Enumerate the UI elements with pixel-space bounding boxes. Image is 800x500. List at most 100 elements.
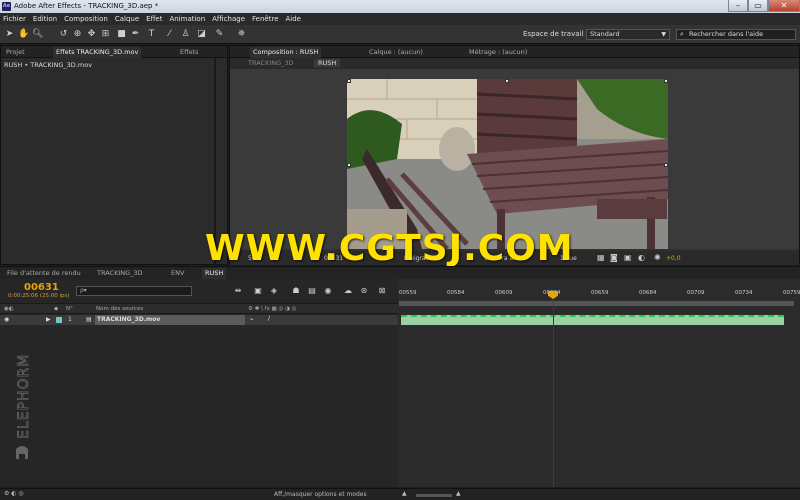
eraser-tool-icon[interactable]: ◪ bbox=[196, 29, 207, 40]
eye-icon[interactable]: ◉ bbox=[4, 316, 9, 323]
composition-viewer[interactable] bbox=[230, 69, 799, 249]
tab-projet[interactable]: Projet bbox=[3, 47, 28, 58]
tab-calque[interactable]: Calque : (aucun) bbox=[366, 47, 426, 58]
svg-text:ELEPHORM: ELEPHORM bbox=[16, 354, 32, 439]
clone-stamp-tool-icon[interactable]: ♙ bbox=[180, 29, 191, 40]
menu-calque[interactable]: Calque bbox=[115, 15, 139, 23]
tab-timeline-rush[interactable]: RUSH bbox=[202, 268, 227, 279]
layer-handle[interactable] bbox=[664, 79, 668, 83]
tab-timeline-env[interactable]: ENV bbox=[168, 268, 187, 279]
ruler-tick-label: 00684 bbox=[639, 290, 657, 296]
effects-subtitle: RUSH • TRACKING_3D.mov bbox=[4, 61, 93, 69]
ruler-tick-label: 00559 bbox=[399, 290, 417, 296]
menu-edition[interactable]: Edition bbox=[33, 15, 57, 23]
layer-handle[interactable] bbox=[347, 79, 351, 83]
zoom-in-icon[interactable]: ▲ bbox=[456, 490, 461, 497]
layer-handle[interactable] bbox=[347, 163, 351, 167]
ruler-tick-label: 00759 bbox=[783, 290, 800, 296]
layer-label-color[interactable] bbox=[56, 317, 62, 323]
grid-icon[interactable]: ▦ bbox=[597, 253, 605, 262]
title-bar: Ae Adobe After Effects - TRACKING_3D.aep… bbox=[0, 0, 800, 13]
layer-handle[interactable] bbox=[664, 163, 668, 167]
exposure-icon[interactable]: ✺ bbox=[654, 253, 661, 262]
anchor-tool-icon[interactable]: ⊞ bbox=[100, 29, 111, 40]
ruler-tick-label: 00659 bbox=[591, 290, 609, 296]
channel-icon[interactable]: ◐ bbox=[638, 253, 645, 262]
menu-fenetre[interactable]: Fenêtre bbox=[252, 15, 278, 23]
menu-aide[interactable]: Aide bbox=[286, 15, 301, 23]
zoom-out-icon[interactable]: ▲ bbox=[402, 490, 407, 497]
layer-outline: 00631 0:00:25:06 (25.00 ips) ρ▾ ⇹ ▣ ◈ ☗ … bbox=[0, 279, 398, 487]
quality-switch-icon[interactable]: / bbox=[268, 315, 270, 322]
tab-metrage[interactable]: Métrage : (aucun) bbox=[466, 47, 530, 58]
text-tool-icon[interactable]: T bbox=[146, 29, 157, 40]
comp-mini-flowchart-icon[interactable]: ⇹ bbox=[232, 285, 244, 297]
graph-editor-icon[interactable]: ⊠ bbox=[376, 285, 388, 297]
tools-toolbar: ➤ ✋ 🔍︎ ↺ ⊕ ✥ ⊞ ■ ✒ T ⁄ ♙ ◪ ✎ ✵ Espace de… bbox=[0, 25, 800, 44]
close-button[interactable]: ✕ bbox=[768, 0, 800, 12]
rectangle-tool-icon[interactable]: ■ bbox=[116, 29, 127, 40]
auto-keyframe-icon[interactable]: ⊛ bbox=[358, 285, 370, 297]
table-row[interactable]: ◉ ▶ 1 ▤ TRACKING_3D.mov ⌁ / bbox=[0, 315, 398, 325]
shy-switch-icon[interactable]: ⌁ bbox=[250, 316, 254, 323]
timecode-display[interactable]: 00631 bbox=[24, 282, 59, 293]
time-ruler[interactable]: 0055900584006090063400659006840070900734… bbox=[399, 287, 800, 301]
exposure-value[interactable]: +0,0 bbox=[666, 255, 681, 262]
zoom-tool-icon[interactable]: 🔍︎ bbox=[32, 29, 43, 40]
tab-render-queue[interactable]: File d'attente de rendu bbox=[4, 268, 84, 279]
pen-tool-icon[interactable]: ✒ bbox=[130, 29, 141, 40]
timecode-subtitle: 0:00:25:06 (25.00 ips) bbox=[8, 293, 70, 299]
layer-duration-bar[interactable] bbox=[401, 315, 784, 325]
ruler-tick-label: 00709 bbox=[687, 290, 705, 296]
help-search-input[interactable]: ⌕ Rechercher dans l'aide bbox=[676, 29, 796, 40]
work-area-bar[interactable] bbox=[399, 301, 794, 306]
playhead-line[interactable] bbox=[553, 289, 554, 487]
pan-behind-tool-icon[interactable]: ✥ bbox=[86, 29, 97, 40]
live-update-icon[interactable]: ▣ bbox=[252, 285, 264, 297]
draft-3d-icon[interactable]: ◈ bbox=[268, 285, 280, 297]
motion-blur-icon[interactable]: ◉ bbox=[322, 285, 334, 297]
menu-affichage[interactable]: Affichage bbox=[212, 15, 245, 23]
menu-fichier[interactable]: Fichier bbox=[3, 15, 26, 23]
puppet-pin-tool-icon[interactable]: ✵ bbox=[236, 29, 247, 40]
maximize-button[interactable]: ▭ bbox=[748, 0, 768, 12]
source-name-header[interactable]: Nom des sources bbox=[96, 306, 143, 312]
tab-effets[interactable]: Effets bbox=[177, 47, 202, 58]
frame-blending-icon[interactable]: ▤ bbox=[306, 285, 318, 297]
menu-bar: Fichier Edition Composition Calque Effet… bbox=[0, 13, 800, 25]
toggle-switches-modes[interactable]: Aff./masquer options et modes bbox=[274, 491, 367, 498]
menu-effet[interactable]: Effet bbox=[146, 15, 162, 23]
number-column-header[interactable]: N° bbox=[66, 306, 73, 312]
footage-frame-image[interactable] bbox=[347, 79, 668, 249]
composition-navigator: TRACKING_3D RUSH bbox=[230, 58, 799, 69]
workspace-dropdown[interactable]: Standard ▼ bbox=[586, 29, 670, 40]
website-watermark: WWW.CGTSJ.COM bbox=[205, 228, 574, 269]
nav-rush[interactable]: RUSH bbox=[314, 59, 341, 67]
layer-name[interactable]: TRACKING_3D.mov bbox=[95, 315, 245, 325]
rotate-tool-icon[interactable]: ↺ bbox=[58, 29, 69, 40]
layer-search-input[interactable]: ρ▾ bbox=[76, 286, 192, 296]
after-effects-logo: Ae bbox=[2, 2, 11, 11]
tab-composition-rush[interactable]: Composition : RUSH bbox=[250, 47, 322, 58]
nav-tracking-3d[interactable]: TRACKING_3D bbox=[248, 59, 294, 67]
selection-tool-icon[interactable]: ➤ bbox=[4, 29, 15, 40]
show-snapshot-icon[interactable]: ▣ bbox=[624, 253, 632, 262]
expand-arrow-icon[interactable]: ▶ bbox=[46, 316, 51, 323]
hand-tool-icon[interactable]: ✋ bbox=[18, 29, 29, 40]
footer-icons[interactable]: ⚙ ◐ ◎ bbox=[4, 490, 24, 497]
timeline-graph[interactable]: 0055900584006090063400659006840070900734… bbox=[399, 279, 800, 487]
menu-composition[interactable]: Composition bbox=[64, 15, 108, 23]
tab-timeline-tracking[interactable]: TRACKING_3D bbox=[94, 268, 146, 279]
brush-tool-icon[interactable]: ⁄ bbox=[164, 29, 175, 40]
tab-effets-tracking[interactable]: Effets TRACKING_3D.mov bbox=[53, 47, 142, 58]
minimize-button[interactable]: – bbox=[728, 0, 748, 12]
snapshot-icon[interactable]: ◙ bbox=[610, 253, 618, 262]
camera-orbit-tool-icon[interactable]: ⊕ bbox=[72, 29, 83, 40]
project-tabbar: Projet Effets TRACKING_3D.mov Effets bbox=[1, 46, 227, 58]
brainstorm-icon[interactable]: ☁ bbox=[342, 285, 354, 297]
menu-animation[interactable]: Animation bbox=[169, 15, 205, 23]
zoom-slider[interactable] bbox=[416, 494, 452, 497]
layer-handle[interactable] bbox=[505, 79, 509, 83]
roto-brush-tool-icon[interactable]: ✎ bbox=[214, 29, 225, 40]
shy-layers-icon[interactable]: ☗ bbox=[290, 285, 302, 297]
